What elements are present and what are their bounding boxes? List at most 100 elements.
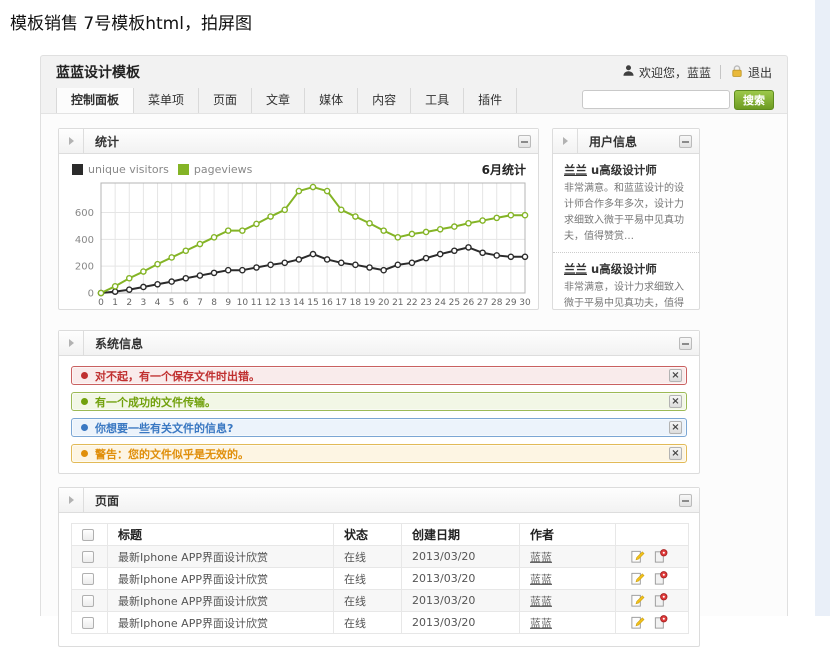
- alert-dot-icon: [81, 372, 88, 379]
- collapse-arrow-icon: [563, 137, 568, 145]
- header-divider: [720, 65, 721, 79]
- svg-text:1: 1: [112, 298, 118, 308]
- status-cell: 在线: [334, 568, 402, 590]
- welcome-user-link[interactable]: 欢迎您，蓝蓝: [639, 64, 711, 81]
- author-link[interactable]: 蓝蓝: [530, 617, 552, 630]
- minimize-button[interactable]: [679, 494, 692, 507]
- alert-dot-icon: [81, 424, 88, 431]
- tab-pages[interactable]: 页面: [199, 88, 252, 113]
- user-review-item: 兰兰 u高级设计师 非常满意，设计力求细致入微于平易中见真功夫，值得赞赏…: [553, 253, 699, 310]
- edit-icon[interactable]: [630, 549, 645, 564]
- created-cell: 2013/03/20: [402, 546, 520, 568]
- author-link[interactable]: 蓝蓝: [530, 551, 552, 564]
- tab-dashboard[interactable]: 控制面板: [56, 88, 134, 113]
- svg-text:8: 8: [211, 298, 217, 308]
- alerts-list: 对不起，有一个保存文件时出错。 × 有一个成功的文件传输。 × 你想要一些有关文…: [59, 356, 699, 473]
- alert-success: 有一个成功的文件传输。 ×: [71, 392, 687, 411]
- close-icon[interactable]: ×: [669, 369, 682, 382]
- col-header-status: 状态: [334, 524, 402, 546]
- status-cell: 在线: [334, 546, 402, 568]
- close-icon[interactable]: ×: [669, 421, 682, 434]
- select-all-checkbox[interactable]: [82, 529, 94, 541]
- svg-text:15: 15: [307, 298, 318, 308]
- svg-text:23: 23: [420, 298, 431, 308]
- search-area: 搜索: [582, 90, 774, 110]
- legend-label-pageviews: pageviews: [194, 163, 253, 176]
- system-info-panel-header: 系统信息: [59, 331, 699, 356]
- tab-menu-items[interactable]: 菜单项: [134, 88, 199, 113]
- chart-period-label: 6月统计: [482, 161, 526, 178]
- row-checkbox[interactable]: [82, 551, 94, 563]
- svg-text:0: 0: [88, 289, 94, 300]
- collapse-toggle[interactable]: [59, 331, 84, 355]
- svg-text:24: 24: [434, 298, 446, 308]
- tab-media[interactable]: 媒体: [305, 88, 358, 113]
- stats-panel-title: 统计: [95, 133, 119, 150]
- svg-text:21: 21: [392, 298, 403, 308]
- edit-icon[interactable]: [630, 571, 645, 586]
- svg-text:4: 4: [155, 298, 161, 308]
- reviewer-name-link[interactable]: 兰兰: [564, 262, 587, 276]
- table-header-row: 标题 状态 创建日期 作者: [72, 524, 689, 546]
- collapse-toggle[interactable]: [59, 488, 84, 512]
- svg-text:200: 200: [75, 262, 94, 273]
- delete-icon[interactable]: [653, 615, 668, 630]
- pages-panel-title: 页面: [95, 492, 119, 509]
- svg-text:400: 400: [75, 235, 94, 246]
- alert-dot-icon: [81, 450, 88, 457]
- alert-dot-icon: [81, 398, 88, 405]
- created-cell: 2013/03/20: [402, 612, 520, 634]
- minimize-button[interactable]: [518, 135, 531, 148]
- admin-dashboard: 蓝蓝设计模板 欢迎您，蓝蓝 退出 控制面板 菜单项 页面 文章 媒体 内容 工具…: [40, 55, 788, 616]
- svg-text:5: 5: [169, 298, 175, 308]
- table-row: 最新Iphone APP界面设计欣赏 在线 2013/03/20 蓝蓝: [72, 590, 689, 612]
- page-title-cell: 最新Iphone APP界面设计欣赏: [108, 590, 334, 612]
- delete-icon[interactable]: [653, 549, 668, 564]
- edit-icon[interactable]: [630, 593, 645, 608]
- row-checkbox[interactable]: [82, 595, 94, 607]
- app-header: 蓝蓝设计模板 欢迎您，蓝蓝 退出: [41, 56, 787, 88]
- row-checkbox[interactable]: [82, 573, 94, 585]
- alert-text: 有一个成功的文件传输。: [95, 394, 216, 410]
- svg-text:6: 6: [183, 298, 189, 308]
- close-icon[interactable]: ×: [669, 447, 682, 460]
- tab-content[interactable]: 内容: [358, 88, 411, 113]
- delete-icon[interactable]: [653, 593, 668, 608]
- legend-swatch-unique-visitors: [72, 164, 83, 175]
- logout-link[interactable]: 退出: [748, 64, 772, 81]
- close-icon[interactable]: ×: [669, 395, 682, 408]
- svg-text:2: 2: [126, 298, 132, 308]
- tab-articles[interactable]: 文章: [252, 88, 305, 113]
- col-header-title: 标题: [108, 524, 334, 546]
- search-input[interactable]: [582, 90, 730, 109]
- search-button[interactable]: 搜索: [734, 90, 774, 110]
- created-cell: 2013/03/20: [402, 590, 520, 612]
- status-cell: 在线: [334, 612, 402, 634]
- collapse-toggle[interactable]: [59, 129, 84, 153]
- tab-tools[interactable]: 工具: [411, 88, 464, 113]
- svg-text:28: 28: [491, 298, 503, 308]
- review-text: 非常满意，设计力求细致入微于平易中见真功夫，值得赞赏…: [564, 280, 688, 310]
- page-title: 模板销售 7号模板html，拍屏图: [10, 9, 252, 34]
- main-nav: 控制面板 菜单项 页面 文章 媒体 内容 工具 插件 搜索: [41, 88, 787, 113]
- collapse-toggle[interactable]: [553, 129, 578, 153]
- user-info-panel-header: 用户信息: [553, 129, 699, 154]
- legend-label-unique-visitors: unique visitors: [88, 163, 169, 176]
- minimize-button[interactable]: [679, 337, 692, 350]
- edit-icon[interactable]: [630, 615, 645, 630]
- delete-icon[interactable]: [653, 571, 668, 586]
- svg-text:600: 600: [75, 208, 94, 219]
- row-checkbox[interactable]: [82, 617, 94, 629]
- user-info-panel-title: 用户信息: [589, 133, 637, 150]
- tab-plugins[interactable]: 插件: [464, 88, 517, 113]
- stats-panel: 统计 unique visitors pageviews 6月统计 0 200 40…: [58, 128, 539, 310]
- svg-text:20: 20: [378, 298, 390, 308]
- author-link[interactable]: 蓝蓝: [530, 595, 552, 608]
- svg-text:7: 7: [197, 298, 203, 308]
- collapse-arrow-icon: [69, 496, 74, 504]
- table-row: 最新Iphone APP界面设计欣赏 在线 2013/03/20 蓝蓝: [72, 568, 689, 590]
- reviewer-name-link[interactable]: 兰兰: [564, 163, 587, 177]
- minimize-button[interactable]: [679, 135, 692, 148]
- reviewer-role: u高级设计师: [591, 163, 657, 177]
- author-link[interactable]: 蓝蓝: [530, 573, 552, 586]
